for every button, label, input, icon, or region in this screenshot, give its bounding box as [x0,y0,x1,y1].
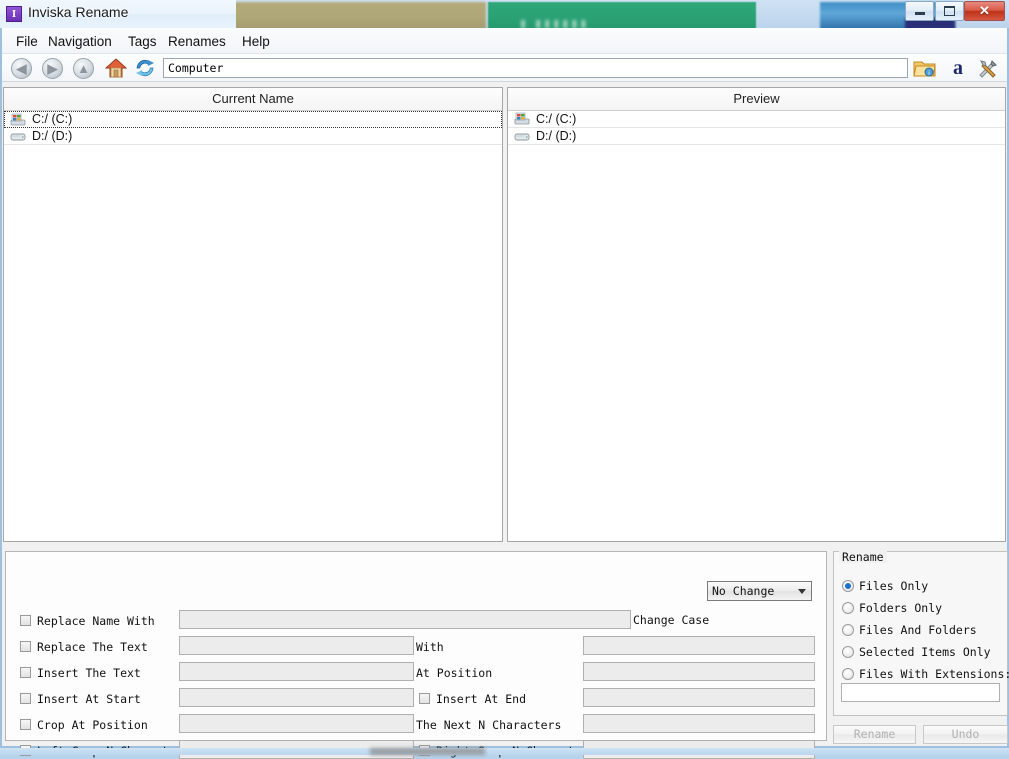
rename-button[interactable]: Rename [833,725,916,744]
change-case-value: No Change [712,584,774,598]
taskbar-strip [0,748,1009,755]
drive-icon [514,130,530,142]
input-replace-name-with[interactable] [179,610,631,629]
radio-files-and-folders[interactable] [842,624,854,636]
label-selected-items-only: Selected Items Only [859,646,991,659]
row-label: C:/ (C:) [536,111,576,128]
table-row[interactable]: D:/ (D:) [4,128,502,145]
window-body: File Navigation Tags Renames Help ◀ ▶ ▲ [0,28,1009,748]
label-files-and-folders: Files And Folders [859,624,977,637]
chevron-down-icon [798,589,806,594]
row-label: D:/ (D:) [32,128,72,145]
radio-files-with-extensions[interactable] [842,668,854,680]
label-folders-only: Folders Only [859,602,942,615]
radio-files-only[interactable] [842,580,854,592]
back-button[interactable]: ◀ [11,58,32,79]
up-button[interactable]: ▲ [73,58,94,79]
toolbar: ◀ ▶ ▲ [2,54,1007,82]
minimize-button[interactable] [905,1,934,21]
label-replace-name-with: Replace Name With [37,615,155,628]
undo-button[interactable]: Undo [923,725,1008,744]
checkbox-insert-at-start[interactable] [20,693,31,704]
current-name-pane: Current Name C:/ (C:) [3,87,503,542]
maximize-button[interactable] [935,1,964,21]
label-insert-at-end: Insert At End [436,693,526,706]
checkbox-crop-at-position[interactable] [20,719,31,730]
input-crop-at-position[interactable] [179,714,414,733]
home-icon[interactable] [105,57,127,79]
extensions-input[interactable] [841,683,1000,702]
window-title: Inviska Rename [28,4,128,20]
radio-selected-items-only[interactable] [842,646,854,658]
label-change-case: Change Case [633,614,709,627]
refresh-icon[interactable] [134,57,156,79]
close-icon: ✕ [965,2,1004,20]
input-insert-at-end[interactable] [583,688,815,707]
forward-button[interactable]: ▶ [42,58,63,79]
menu-item-renames[interactable]: Renames [162,32,232,51]
minimize-icon [906,2,933,20]
letter-a-icon[interactable]: a [946,57,970,79]
app-icon: I [6,6,22,22]
checkbox-insert-the-text[interactable] [20,667,31,678]
change-case-dropdown[interactable]: No Change [707,581,812,601]
arrow-up-icon: ▲ [74,59,93,78]
menu-item-navigation[interactable]: Navigation [42,32,118,51]
open-folder-icon[interactable]: i [913,57,937,79]
menu-item-file[interactable]: File [10,32,44,51]
tools-icon[interactable] [976,57,1000,79]
arrow-right-icon: ▶ [43,59,62,78]
label-files-with-extensions: Files With Extensions: [859,668,1009,681]
maximize-icon [936,2,963,20]
label-at-position: At Position [416,667,492,680]
radio-folders-only[interactable] [842,602,854,614]
input-with[interactable] [583,636,815,655]
close-button[interactable]: ✕ [964,1,1005,21]
input-insert-the-text[interactable] [179,662,414,681]
menu-item-tags[interactable]: Tags [122,32,163,51]
table-row[interactable]: C:/ (C:) [4,111,502,128]
rename-group-legend: Rename [839,551,887,563]
label-insert-at-start: Insert At Start [37,693,141,706]
input-at-position[interactable] [583,662,815,681]
row-label: C:/ (C:) [32,111,72,128]
system-drive-icon [514,112,530,126]
label-with: With [416,641,444,654]
preview-header: Preview [508,88,1005,111]
preview-pane: Preview C:/ (C:) [507,87,1006,542]
label-next-n-characters: The Next N Characters [416,719,561,732]
title-bar[interactable]: I Inviska Rename ✕ [0,0,1009,28]
row-label: D:/ (D:) [536,128,576,145]
label-files-only: Files Only [859,580,928,593]
menu-bar: File Navigation Tags Renames Help [2,28,1007,54]
application-window: I Inviska Rename ✕ File Navigation Tags … [0,0,1009,748]
table-row[interactable]: C:/ (C:) [508,111,1005,128]
address-input[interactable]: Computer [163,58,908,78]
system-drive-icon [10,113,26,127]
input-next-n-characters[interactable] [583,714,815,733]
drive-icon [10,130,26,142]
checkbox-insert-at-end[interactable] [419,693,430,704]
input-insert-at-start[interactable] [179,688,414,707]
arrow-left-icon: ◀ [12,59,31,78]
table-row[interactable]: D:/ (D:) [508,128,1005,145]
options-panel: Replace Name With Replace The Text With … [5,551,827,741]
checkbox-replace-name-with[interactable] [20,615,31,626]
label-crop-at-position: Crop At Position [37,719,148,732]
checkbox-replace-the-text[interactable] [20,641,31,652]
label-insert-the-text: Insert The Text [37,667,141,680]
svg-text:i: i [928,71,929,77]
input-replace-the-text[interactable] [179,636,414,655]
menu-item-help[interactable]: Help [236,32,276,51]
taskbar-item[interactable] [370,748,485,755]
label-replace-the-text: Replace The Text [37,641,148,654]
current-name-header: Current Name [4,88,502,111]
